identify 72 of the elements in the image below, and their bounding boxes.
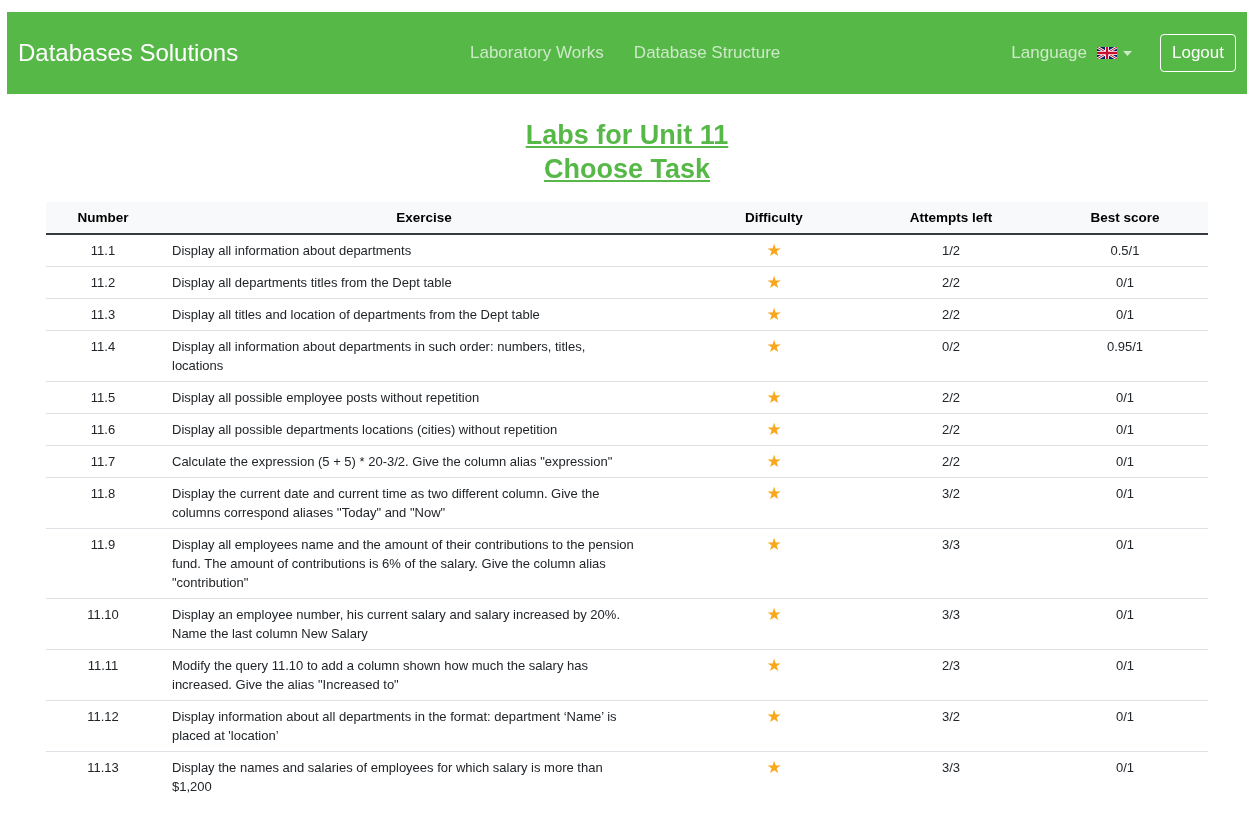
table-cell: 2/2 [860, 413, 1042, 446]
table-cell: 0/1 [1042, 477, 1208, 529]
star-icon: ★ [766, 420, 782, 439]
table-cell: 11.9 [46, 528, 160, 599]
table-cell: 11.11 [46, 649, 160, 701]
star-icon: ★ [766, 305, 782, 324]
table-cell: 0/1 [1042, 598, 1208, 650]
star-icon: ★ [766, 452, 782, 471]
star-icon: ★ [766, 273, 782, 292]
star-icon: ★ [766, 656, 782, 675]
table-cell: 11.7 [46, 445, 160, 478]
star-icon: ★ [766, 337, 782, 356]
star-icon: ★ [766, 535, 782, 554]
table-cell: 0/1 [1042, 649, 1208, 701]
table-cell: 0/1 [1042, 413, 1208, 446]
table-cell: 11.2 [46, 266, 160, 299]
table-cell: 0/1 [1042, 700, 1208, 752]
star-icon: ★ [766, 605, 782, 624]
star-icon: ★ [766, 241, 782, 260]
table-cell: 3/2 [860, 700, 1042, 752]
table-cell: 11.4 [46, 330, 160, 382]
exercise-link[interactable]: Display an employee number, his current salary and salary increased by 20%. Name the last column New Salary [160, 598, 688, 650]
exercise-link[interactable]: Calculate the expression (5 + 5) * 20-3/2. Give the column alias "expression" [160, 445, 688, 478]
column-header: Best score [1042, 202, 1208, 234]
table-cell: 0/1 [1042, 751, 1208, 802]
exercise-link[interactable]: Display the names and salaries of employees for which salary is more than $1,200 [160, 751, 688, 802]
table-cell: 11.8 [46, 477, 160, 529]
table-cell: 2/2 [860, 266, 1042, 299]
uk-flag-icon [1097, 47, 1117, 59]
table-cell: 3/3 [860, 751, 1042, 802]
column-header: Number [46, 202, 160, 234]
table-cell: 11.6 [46, 413, 160, 446]
table-cell: 0.95/1 [1042, 330, 1208, 382]
table-cell: 0.5/1 [1042, 234, 1208, 267]
column-header: Attempts left [860, 202, 1042, 234]
star-icon: ★ [766, 484, 782, 503]
exercise-link[interactable]: Display all departments titles from the Dept table [160, 266, 688, 299]
exercise-link[interactable]: Display all possible departments locations (cities) without repetition [160, 413, 688, 446]
table-cell: 11.10 [46, 598, 160, 650]
table-cell: 3/3 [860, 598, 1042, 650]
star-icon: ★ [766, 758, 782, 777]
table-cell: 0/1 [1042, 445, 1208, 478]
exercise-link[interactable]: Display the current date and current time as two different column. Give the columns correspond aliases ''Today" and "Now" [160, 477, 688, 529]
exercise-link[interactable]: Display all titles and location of departments from the Dept table [160, 298, 688, 331]
table-cell: 11.13 [46, 751, 160, 802]
table-cell: 11.1 [46, 234, 160, 267]
table-cell: 0/1 [1042, 528, 1208, 599]
table-cell: 2/2 [860, 381, 1042, 414]
table-cell: 3/2 [860, 477, 1042, 529]
table-cell: 0/1 [1042, 381, 1208, 414]
star-icon: ★ [766, 388, 782, 407]
column-header: Exercise [160, 202, 688, 234]
exercise-link[interactable]: Modify the query 11.10 to add a column shown how much the salary has increased. Give the alias "Increased to" [160, 649, 688, 701]
table-cell: 11.3 [46, 298, 160, 331]
caret-icon [1123, 50, 1132, 56]
star-icon: ★ [766, 707, 782, 726]
exercise-link[interactable]: Display all employees name and the amount of their contributions to the pension fund. The amount of contributions is 6% of the salary. Give the column alias "contribution" [160, 528, 688, 599]
table-cell: 0/1 [1042, 266, 1208, 299]
exercise-link[interactable]: Display all possible employee posts without repetition [160, 381, 688, 414]
table-cell: 0/1 [1042, 298, 1208, 331]
table-cell: 3/3 [860, 528, 1042, 599]
column-header: Difficulty [688, 202, 860, 234]
table-cell: 11.5 [46, 381, 160, 414]
table-cell: 2/2 [860, 445, 1042, 478]
table-cell: 1/2 [860, 234, 1042, 267]
exercise-link[interactable]: Display all information about departments in such order: numbers, titles, locations [160, 330, 688, 382]
table-cell: 2/2 [860, 298, 1042, 331]
exercise-link[interactable]: Display information about all departments in the format: department ‘Name’ is placed at 'location’ [160, 700, 688, 752]
table-cell: 2/3 [860, 649, 1042, 701]
table-cell: 11.12 [46, 700, 160, 752]
table-cell: 0/2 [860, 330, 1042, 382]
exercise-link[interactable]: Display all information about departments [160, 234, 688, 267]
